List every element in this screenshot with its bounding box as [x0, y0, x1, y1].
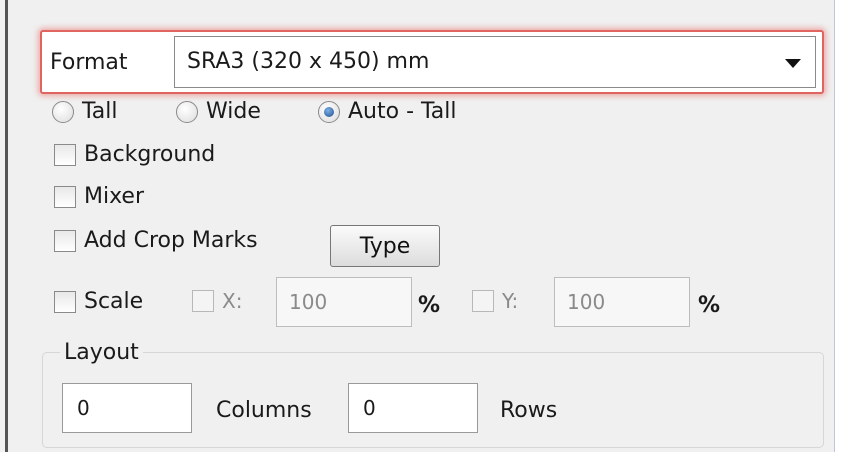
rows-label: Rows — [500, 398, 558, 423]
dropdown-arrow-icon[interactable] — [785, 59, 801, 68]
rows-input[interactable]: 0 — [348, 383, 478, 433]
scale-label: Scale — [84, 289, 144, 314]
panel-right-scroll-edge — [834, 0, 843, 452]
radio-wide-label: Wide — [206, 99, 261, 124]
type-button[interactable]: Type — [330, 225, 440, 267]
checkbox-icon[interactable] — [54, 143, 76, 166]
radio-button-icon[interactable] — [52, 100, 74, 123]
mixer-checkbox[interactable]: Mixer — [54, 184, 144, 209]
scale-x-unit: % — [418, 293, 441, 318]
panel-left-border — [0, 0, 8, 452]
radio-button-selected-icon[interactable] — [318, 100, 340, 123]
crop-marks-checkbox[interactable]: Add Crop Marks — [54, 228, 258, 253]
format-label: Format — [50, 50, 128, 75]
radio-auto-tall[interactable]: Auto - Tall — [318, 99, 457, 124]
columns-input[interactable]: 0 — [62, 383, 192, 433]
scale-x-input[interactable]: 100 — [276, 277, 412, 327]
scale-y-input[interactable]: 100 — [554, 277, 690, 327]
scale-x-checkbox[interactable]: X: — [192, 289, 242, 313]
scale-y-label: Y: — [502, 289, 519, 313]
scale-y-unit: % — [698, 293, 721, 318]
checkbox-icon[interactable] — [192, 290, 214, 312]
format-dropdown[interactable]: SRA3 (320 x 450) mm — [174, 36, 816, 88]
format-dropdown-value: SRA3 (320 x 450) mm — [187, 49, 430, 74]
scale-y-checkbox[interactable]: Y: — [472, 289, 518, 313]
scale-checkbox[interactable]: Scale — [54, 289, 143, 314]
scale-x-label: X: — [222, 289, 243, 313]
radio-tall[interactable]: Tall — [52, 99, 118, 124]
format-row: Format SRA3 (320 x 450) mm — [40, 30, 824, 94]
checkbox-icon[interactable] — [472, 290, 494, 312]
radio-button-icon[interactable] — [176, 100, 198, 123]
crop-marks-label: Add Crop Marks — [84, 228, 258, 253]
radio-tall-label: Tall — [82, 99, 118, 124]
checkbox-icon[interactable] — [54, 290, 76, 313]
checkbox-icon[interactable] — [54, 185, 76, 208]
radio-auto-tall-label: Auto - Tall — [348, 99, 457, 124]
layout-group-title: Layout — [60, 340, 143, 365]
columns-label: Columns — [216, 398, 312, 423]
checkbox-icon[interactable] — [54, 229, 76, 252]
background-label: Background — [84, 142, 216, 167]
radio-wide[interactable]: Wide — [176, 99, 261, 124]
mixer-label: Mixer — [84, 184, 145, 209]
background-checkbox[interactable]: Background — [54, 142, 215, 167]
